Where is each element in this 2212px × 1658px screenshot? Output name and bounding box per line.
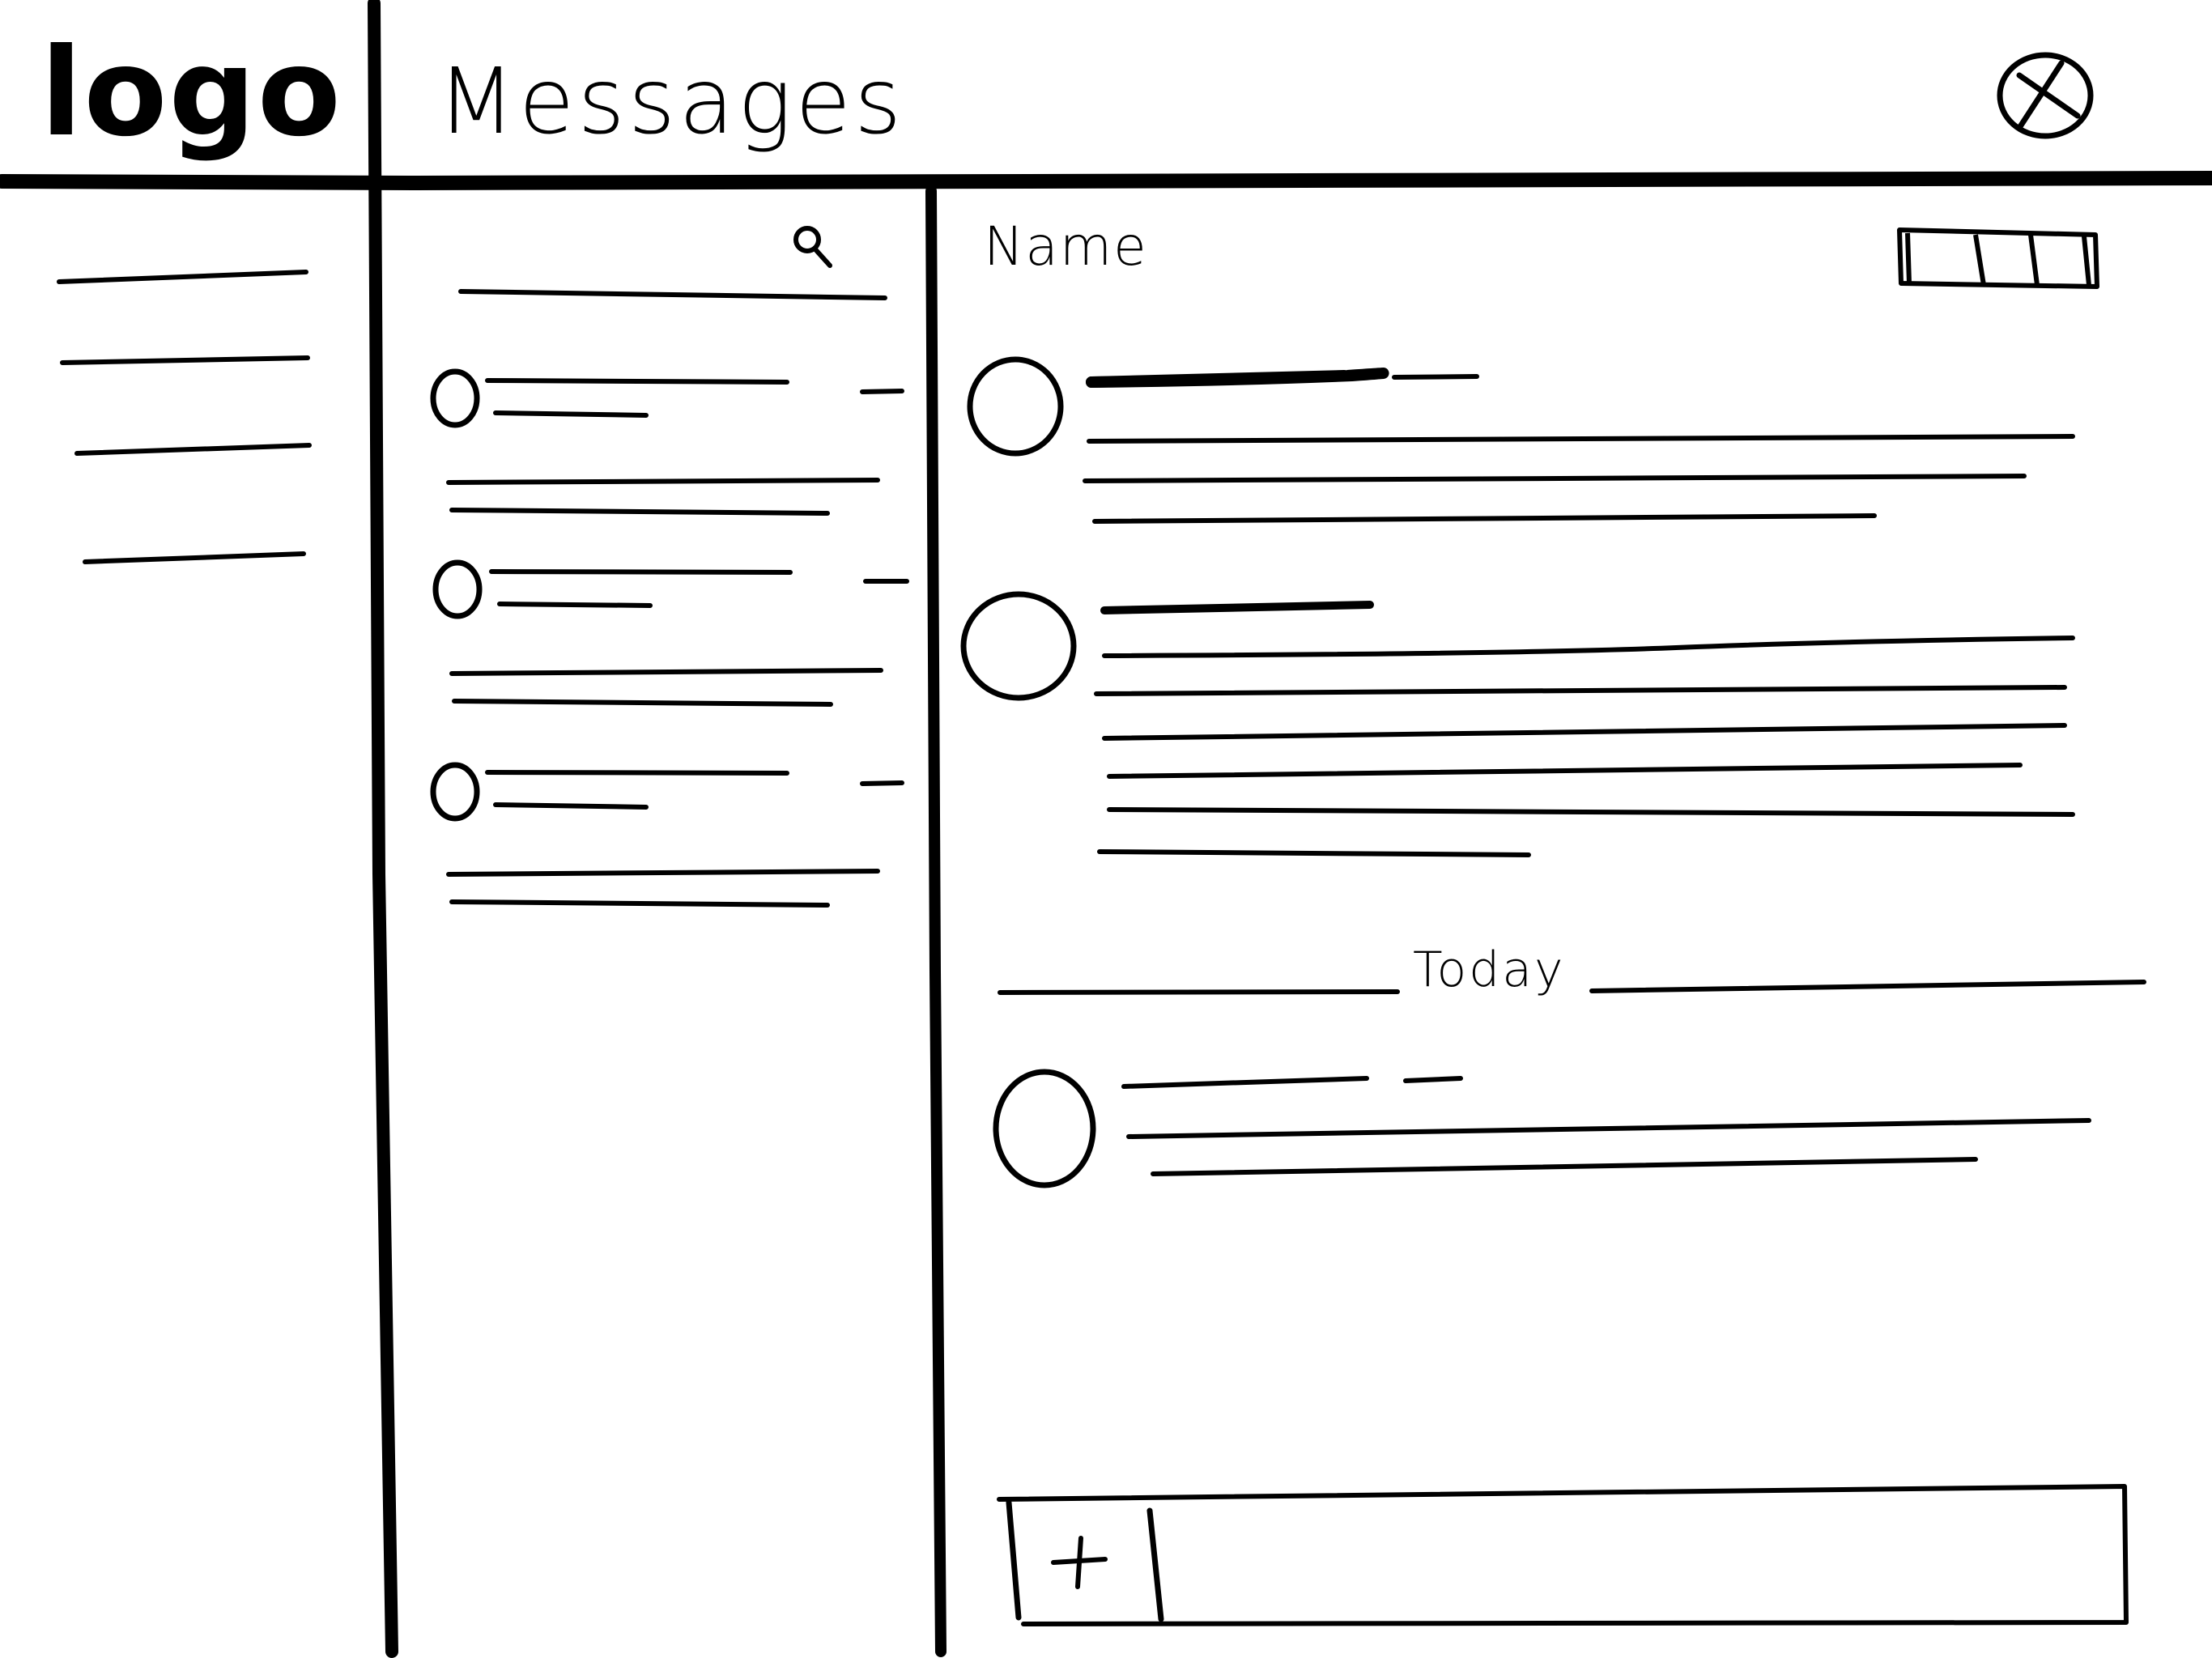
message-2 [960,591,2075,857]
avatar [430,368,480,428]
page-title: Messages [437,49,905,155]
toolbar-icon [1897,227,2099,289]
avatar [430,762,480,822]
avatar [432,559,483,619]
logo: logo [40,23,342,164]
avatar [960,591,1077,701]
message-input[interactable] [1170,1506,2112,1621]
close-circle-icon [1997,52,2094,139]
search-input-underline[interactable] [458,289,887,300]
conversation-item-1[interactable] [430,368,904,516]
app-window: logo Messages Name Today [0,0,2212,1658]
sidebar-item-1[interactable] [57,270,308,284]
sidebar-item-3[interactable] [74,443,312,456]
plus-icon [1051,1536,1108,1589]
conversation-item-3[interactable] [430,762,904,908]
sidebar-item-4[interactable] [83,551,306,564]
date-divider-label: Today [1405,946,1574,994]
close-button[interactable] [1997,51,2094,140]
message-1 [967,356,2075,524]
attach-button[interactable] [1016,1506,1158,1623]
avatar [993,1069,1096,1188]
conversation-item-2[interactable] [432,559,909,707]
conversation-list [430,289,909,908]
conversation-name: Name [984,215,1148,278]
sidebar-nav [0,194,372,599]
message-thread [960,356,2146,1188]
avatar [967,356,1064,457]
message-3 [993,1069,2091,1188]
conversation-toolbar[interactable] [1896,227,2099,291]
sidebar-item-2[interactable] [60,355,310,365]
